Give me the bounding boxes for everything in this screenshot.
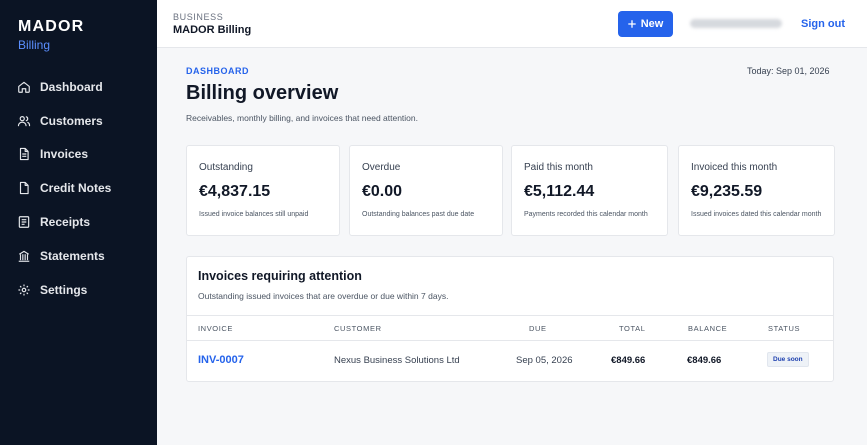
stat-card-label: Paid this month	[524, 162, 593, 173]
stat-card-value: €0.00	[362, 183, 403, 200]
receipt-icon	[18, 216, 30, 228]
sidebar-item-settings[interactable]: Settings	[0, 273, 157, 307]
stat-card-label: Outstanding	[199, 162, 253, 173]
sidebar-item-invoices[interactable]: Invoices	[0, 138, 157, 172]
sidebar-item-customers[interactable]: Customers	[0, 104, 157, 138]
sidebar-item-label: Invoices	[40, 147, 89, 162]
breadcrumb: DASHBOARD	[186, 66, 249, 76]
stat-card-note: Outstanding balances past due date	[362, 211, 475, 218]
new-button[interactable]: New	[618, 11, 673, 37]
table-header: INVOICE CUSTOMER DUE TOTAL BALANCE STATU…	[187, 315, 833, 341]
stat-card-value: €4,837.15	[199, 183, 271, 200]
stat-card-label: Invoiced this month	[691, 162, 778, 173]
stat-card-label: Overdue	[362, 162, 401, 173]
due-date-cell: Sep 05, 2026	[516, 355, 573, 366]
sign-out-link[interactable]: Sign out	[801, 18, 845, 30]
stat-card-note: Payments recorded this calendar month	[524, 211, 648, 218]
settings-icon	[18, 284, 30, 296]
column-header-invoice: INVOICE	[198, 324, 234, 333]
table-row[interactable]: INV-0007 Nexus Business Solutions Ltd Se…	[187, 341, 833, 381]
sidebar-item-credit-notes[interactable]: Credit Notes	[0, 171, 157, 205]
sidebar-item-label: Statements	[40, 248, 105, 263]
column-header-due: DUE	[529, 324, 547, 333]
sidebar-item-receipts[interactable]: Receipts	[0, 205, 157, 239]
attention-subtitle: Outstanding issued invoices that are ove…	[198, 291, 449, 301]
plus-icon	[627, 20, 636, 28]
sidebar-item-dashboard[interactable]: Dashboard	[0, 70, 157, 104]
user-email	[690, 19, 782, 28]
stat-card-invoiced-this-month: Invoiced this month €9,235.59 Issued inv…	[678, 145, 835, 236]
stat-card-value: €5,112.44	[524, 183, 595, 200]
attention-title: Invoices requiring attention	[198, 269, 362, 283]
invoice-link[interactable]: INV-0007	[198, 354, 244, 366]
sidebar-item-label: Settings	[40, 282, 88, 297]
home-icon	[18, 81, 30, 93]
new-button-label: New	[640, 18, 664, 30]
balance-cell: €849.66	[687, 355, 722, 366]
column-header-balance: BALANCE	[688, 324, 728, 333]
topbar: BUSINESS MADOR Billing New Sign out	[157, 0, 867, 48]
business-label: BUSINESS	[173, 12, 224, 22]
stat-card-overdue: Overdue €0.00 Outstanding balances past …	[349, 145, 503, 236]
business-name: MADOR Billing	[173, 24, 252, 36]
sidebar-item-label: Dashboard	[40, 79, 103, 94]
sidebar-item-label: Receipts	[40, 215, 91, 230]
page-title: Billing overview	[186, 82, 339, 104]
sidebar: MADOR Billing Dashboard Customers Invoic…	[0, 0, 157, 445]
today-date: Today: Sep 01, 2026	[747, 66, 830, 76]
column-header-status: STATUS	[768, 324, 801, 333]
page-subtitle: Receivables, monthly billing, and invoic…	[186, 113, 419, 123]
users-icon	[17, 115, 31, 126]
status-badge: Due soon	[767, 352, 809, 367]
stat-card-note: Issued invoice balances still unpaid	[199, 211, 309, 218]
column-header-customer: CUSTOMER	[334, 324, 382, 333]
column-header-total: TOTAL	[619, 324, 646, 333]
attention-panel: Invoices requiring attention Outstanding…	[186, 256, 834, 382]
stat-card-outstanding: Outstanding €4,837.15 Issued invoice bal…	[186, 145, 340, 236]
stat-card-value: €9,235.59	[691, 183, 763, 200]
brand-subtitle: Billing	[18, 38, 51, 52]
stat-card-note: Issued invoices dated this calendar mont…	[691, 211, 822, 218]
brand-logo[interactable]: MADOR Billing	[18, 18, 84, 52]
total-cell: €849.66	[611, 355, 646, 366]
sidebar-item-label: Customers	[40, 113, 103, 128]
sidebar-nav: Dashboard Customers Invoices Credit Note…	[0, 70, 157, 307]
credit-note-icon	[19, 182, 29, 195]
brand-name: MADOR	[18, 18, 85, 35]
sidebar-item-statements[interactable]: Statements	[0, 239, 157, 273]
sidebar-item-label: Credit Notes	[40, 181, 112, 196]
customer-cell: Nexus Business Solutions Ltd	[334, 355, 460, 366]
invoice-icon	[19, 148, 29, 161]
stat-card-paid-this-month: Paid this month €5,112.44 Payments recor…	[511, 145, 668, 236]
statement-icon	[18, 250, 30, 262]
